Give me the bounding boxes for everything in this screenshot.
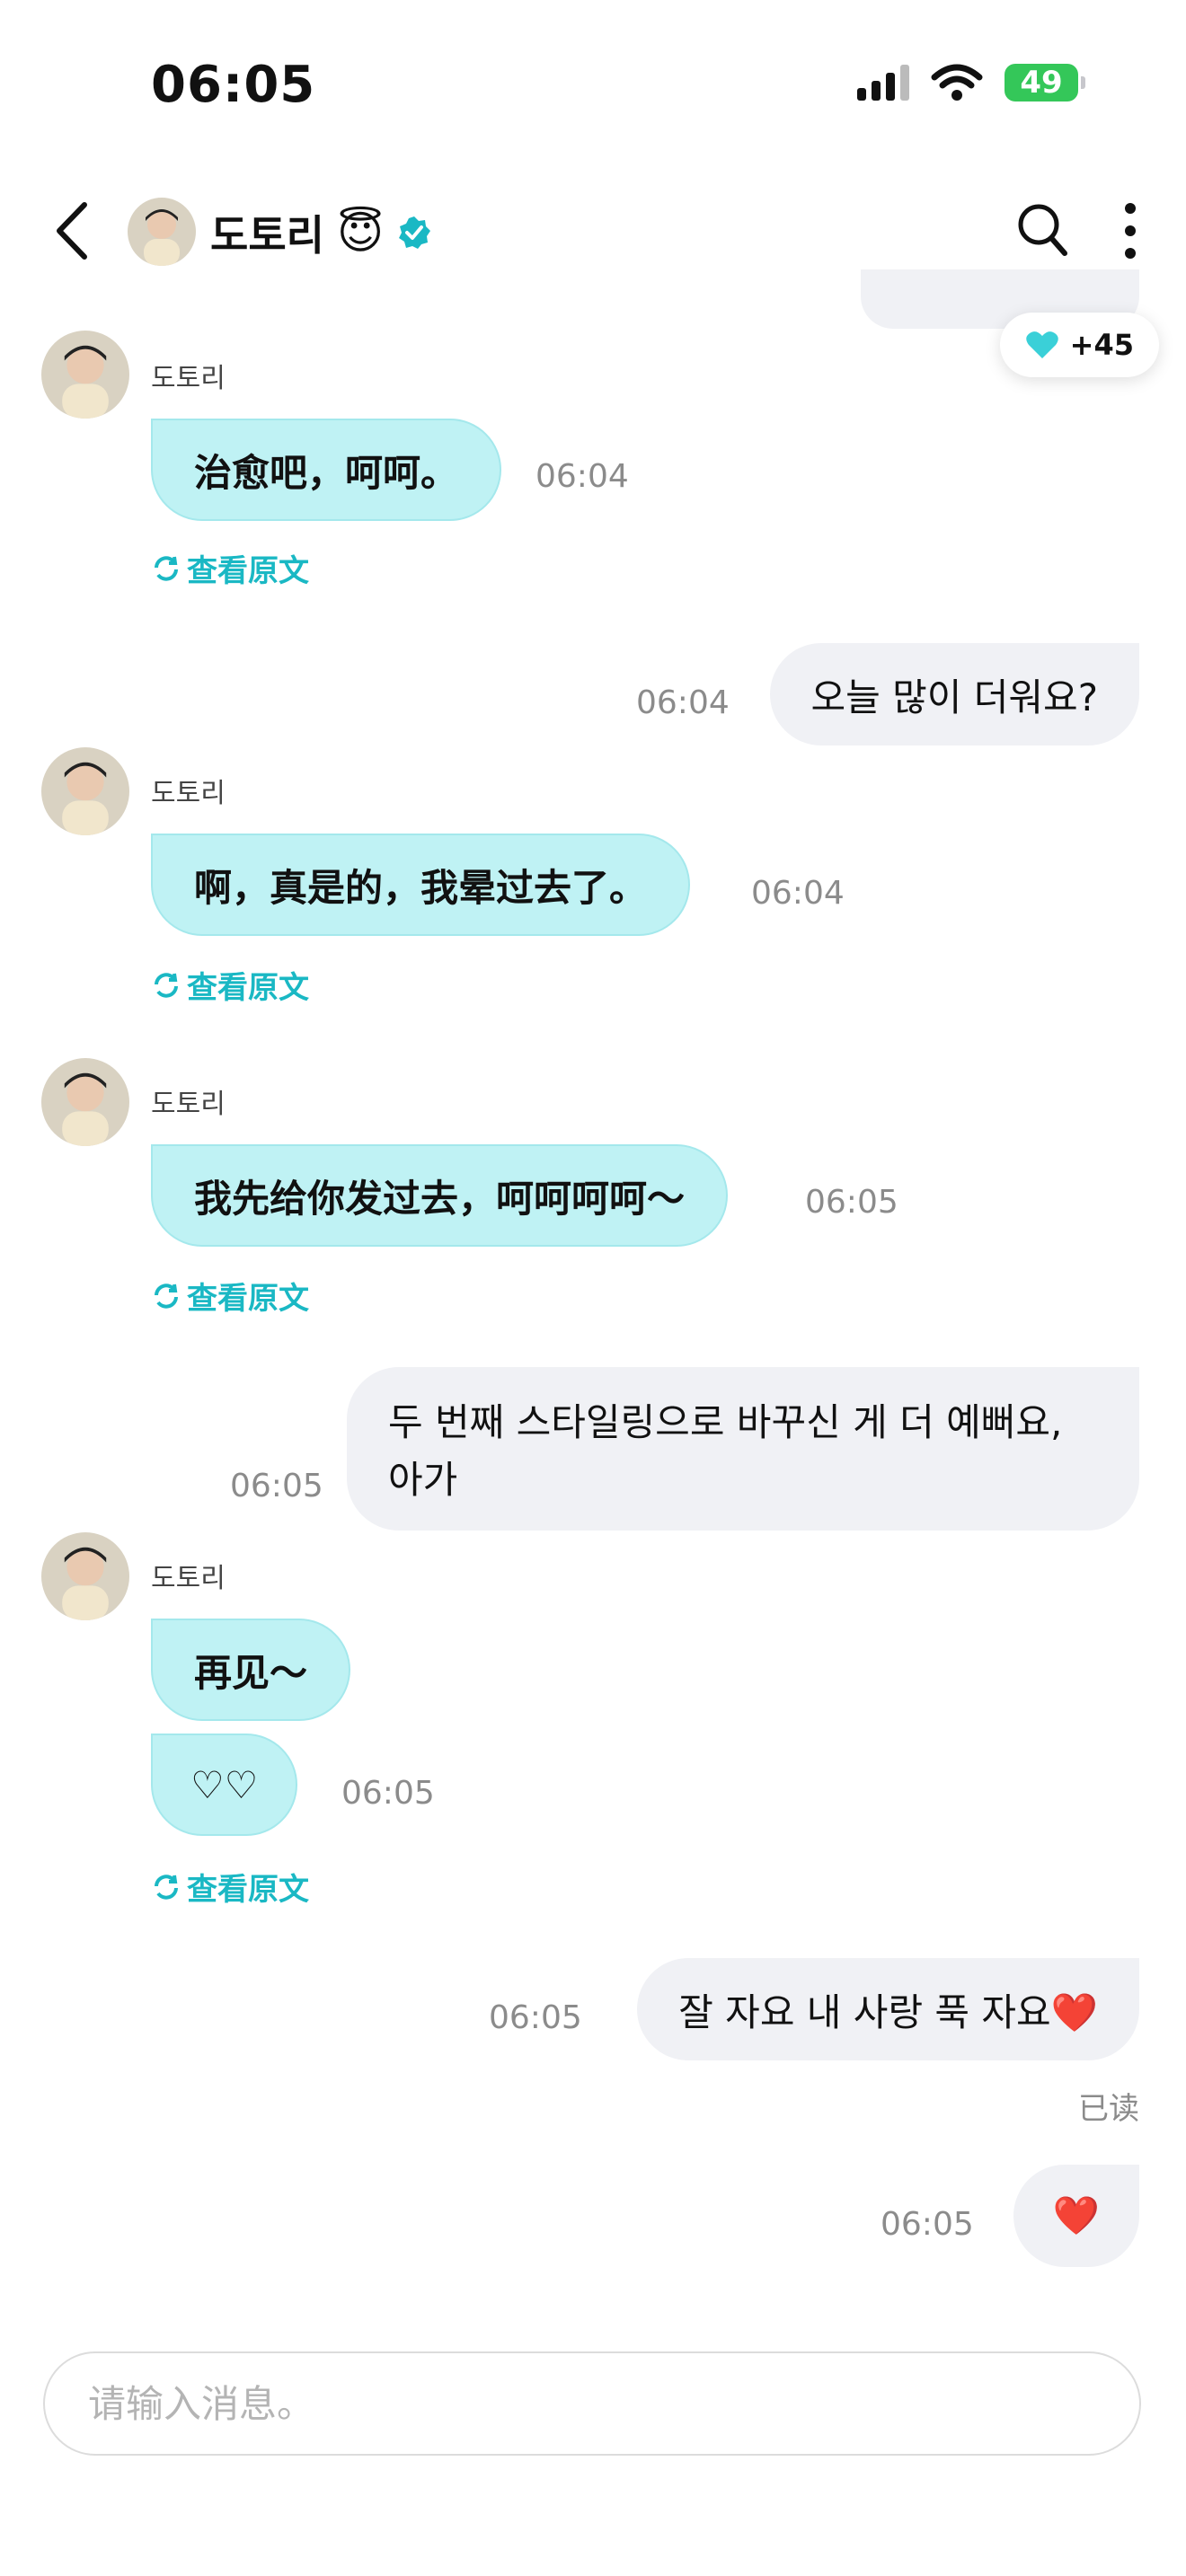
- translate-icon: [155, 555, 178, 581]
- message-time: 06:04: [535, 458, 629, 495]
- sender-avatar[interactable]: [41, 747, 129, 835]
- sender-name: 도토리: [151, 363, 226, 394]
- outgoing-message-bubble[interactable]: ❤️: [1013, 2165, 1139, 2267]
- more-options-icon[interactable]: [1121, 203, 1139, 259]
- message-time: 06:04: [636, 684, 730, 721]
- outgoing-message-bubble[interactable]: 두 번째 스타일링으로 바꾸신 게 더 예뻐요, 아가: [347, 1367, 1139, 1531]
- incoming-message-bubble[interactable]: 再见～: [151, 1619, 351, 1721]
- message-text: ♡♡: [190, 1762, 259, 1807]
- incoming-message-bubble[interactable]: 啊，真是的，我晕过去了。: [151, 834, 691, 936]
- halo-emoji: 😇: [336, 207, 385, 259]
- view-original-link[interactable]: 查看原文: [151, 1274, 309, 1318]
- view-original-link[interactable]: 查看原文: [151, 546, 309, 590]
- message-time: 06:05: [489, 1999, 582, 2036]
- sender-avatar[interactable]: [41, 1532, 129, 1620]
- view-original-label: 查看原文: [187, 1872, 309, 1908]
- sender-avatar[interactable]: [41, 331, 129, 419]
- search-icon[interactable]: [1015, 201, 1069, 259]
- message-input[interactable]: [86, 2380, 1139, 2427]
- sender-name: 도토리: [151, 778, 226, 809]
- contact-title[interactable]: 도토리 😇: [210, 203, 432, 262]
- likes-count: +45: [1069, 328, 1134, 362]
- message-time: 06:04: [751, 875, 845, 912]
- message-text: 治愈吧，呵呵。: [194, 450, 459, 495]
- outgoing-message-bubble[interactable]: 잘 자요 내 사랑 푹 자요❤️: [637, 1958, 1139, 2060]
- sender-name: 도토리: [151, 1089, 226, 1120]
- incoming-message-bubble[interactable]: ♡♡: [151, 1734, 298, 1836]
- incoming-message-bubble[interactable]: 我先给你发过去，呵呵呵呵～: [151, 1144, 729, 1247]
- message-text: 再见～: [194, 1650, 308, 1695]
- incoming-message-bubble[interactable]: 治愈吧，呵呵。: [151, 419, 502, 521]
- likes-counter[interactable]: +45: [999, 313, 1159, 377]
- view-original-link[interactable]: 查看原文: [151, 963, 309, 1007]
- back-icon[interactable]: [52, 199, 92, 262]
- sender-avatar[interactable]: [41, 1058, 129, 1146]
- read-receipt: 已读: [1078, 2091, 1139, 2127]
- view-original-label: 查看原文: [187, 553, 309, 589]
- heart-icon: [1025, 331, 1058, 358]
- status-icons: 49: [857, 63, 1085, 102]
- battery-level: 49: [1020, 65, 1063, 101]
- message-text: 오늘 많이 더워요?: [810, 675, 1098, 719]
- message-text-line: 두 번째 스타일링으로 바꾸신 게 더 예뻐요,: [388, 1400, 1063, 1444]
- view-original-label: 查看原文: [187, 1281, 309, 1317]
- translate-icon: [155, 1283, 178, 1309]
- message-text: 啊，真是的，我晕过去了。: [194, 865, 648, 910]
- battery-icon: 49: [1005, 64, 1085, 101]
- view-original-link[interactable]: 查看原文: [151, 1865, 309, 1909]
- contact-avatar[interactable]: [128, 198, 196, 266]
- message-time: 06:05: [881, 2206, 974, 2243]
- verified-badge-icon: [399, 216, 431, 249]
- translate-icon: [155, 1874, 178, 1900]
- message-text: 我先给你发过去，呵呵呵呵～: [194, 1176, 686, 1221]
- message-time: 06:05: [341, 1775, 435, 1812]
- translate-icon: [155, 972, 178, 998]
- status-time: 06:05: [151, 56, 316, 114]
- message-text: ❤️: [1052, 2193, 1100, 2237]
- message-time: 06:05: [230, 1468, 323, 1504]
- message-text-line: 아가: [388, 1458, 458, 1502]
- outgoing-message-bubble[interactable]: 오늘 많이 더워요?: [769, 643, 1139, 745]
- cellular-signal-icon: [857, 65, 909, 101]
- view-original-label: 查看原文: [187, 970, 309, 1006]
- message-input-box[interactable]: [43, 2351, 1141, 2456]
- contact-name: 도토리: [210, 211, 324, 260]
- wifi-icon: [931, 64, 983, 101]
- message-time: 06:05: [805, 1184, 898, 1221]
- message-text: 잘 자요 내 사랑 푹 자요❤️: [678, 1989, 1098, 2034]
- sender-name: 도토리: [151, 1563, 226, 1594]
